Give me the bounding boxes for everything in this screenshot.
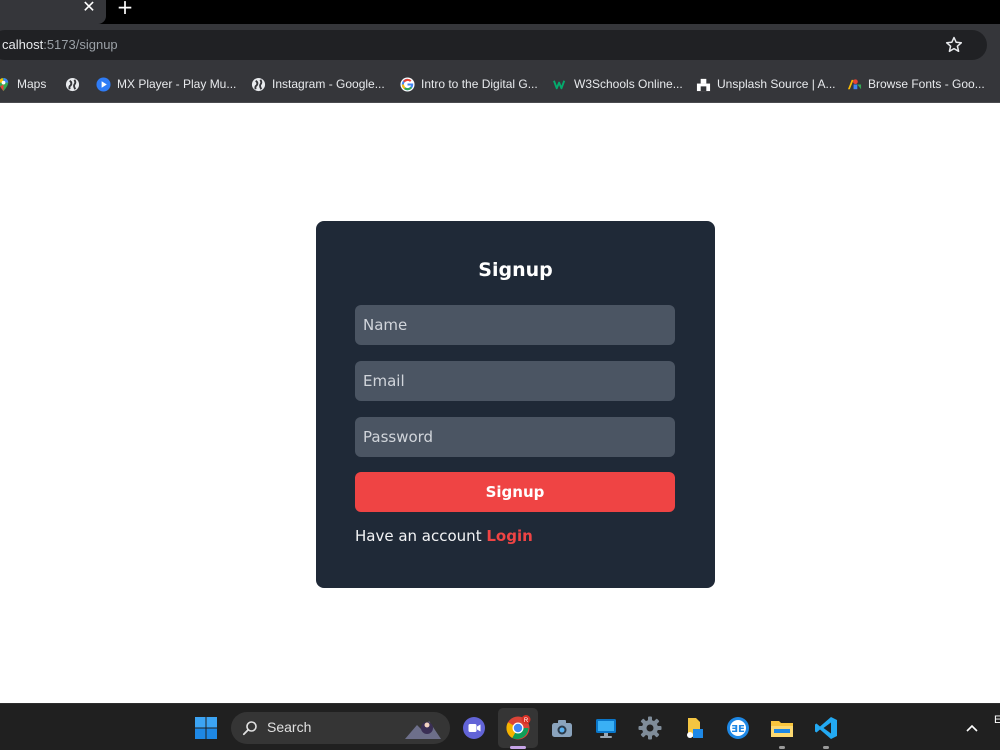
search-label: Search (267, 719, 312, 735)
email-field[interactable] (355, 361, 675, 401)
bookmark-unsplash[interactable]: Unsplash Source | A... (696, 75, 836, 93)
browser-toolbar: calhost:5173/signup (0, 24, 1000, 66)
url-text[interactable]: calhost:5173/signup (2, 35, 118, 55)
bookmark-label: W3Schools Online... (574, 77, 683, 91)
bookmark-label: MX Player - Play Mu... (117, 77, 237, 91)
svg-text:R: R (524, 718, 529, 724)
remote-desktop-icon[interactable] (593, 715, 619, 741)
login-link[interactable]: Login (486, 527, 532, 545)
search-highlight-icon (405, 721, 441, 739)
signup-title: Signup (478, 259, 553, 281)
chevron-up-icon[interactable] (965, 722, 979, 734)
windows-start-icon[interactable] (193, 715, 219, 741)
bookmark-google-fonts[interactable]: Browse Fonts - Goo... (847, 75, 985, 93)
teams-chat-icon[interactable] (461, 715, 487, 741)
vscode-icon[interactable] (813, 715, 839, 741)
bookmark-globe[interactable] (65, 75, 86, 93)
globe-icon (65, 77, 80, 91)
new-tab-button[interactable]: + (116, 0, 134, 17)
app-blue-circle-icon[interactable]: ƎE (725, 715, 751, 741)
url-path: :5173/signup (43, 37, 118, 52)
file-tool-icon[interactable] (681, 715, 707, 741)
unsplash-icon (696, 78, 711, 91)
chrome-icon[interactable]: R (505, 715, 531, 741)
settings-gear-icon[interactable] (637, 715, 663, 741)
maps-icon (0, 77, 9, 91)
have-account-text: Have an account (355, 527, 482, 545)
signup-button[interactable]: Signup (355, 472, 675, 512)
bookmark-mx-player[interactable]: MX Player - Play Mu... (96, 75, 236, 93)
bookmark-maps[interactable]: Maps (0, 75, 46, 93)
bookmark-instagram[interactable]: Instagram - Google... (251, 75, 385, 93)
name-field[interactable] (355, 305, 675, 345)
svg-text:ƎE: ƎE (731, 724, 745, 735)
bookmark-label: Intro to the Digital G... (421, 77, 538, 91)
signup-card: Signup Signup Have an account Login (316, 221, 715, 588)
search-icon (242, 721, 257, 736)
taskbar: Search R ƎE E (0, 703, 1000, 750)
address-bar[interactable]: calhost:5173/signup (0, 30, 987, 60)
bookmark-w3schools[interactable]: W3Schools Online... (553, 75, 683, 93)
camera-icon[interactable] (549, 715, 575, 741)
bookmark-intro-digital[interactable]: Intro to the Digital G... (400, 75, 538, 93)
chrome-active-indicator (510, 746, 526, 749)
vscode-running-indicator (823, 746, 829, 749)
bookmarks-bar: Maps MX Player - Play Mu... Instagram - … (0, 66, 1000, 103)
google-fonts-icon (847, 78, 862, 89)
bookmark-label: Instagram - Google... (272, 77, 385, 91)
globe-icon (251, 77, 266, 91)
close-tab-icon[interactable]: ✕ (80, 0, 98, 16)
file-explorer-icon[interactable] (769, 715, 795, 741)
bookmark-label: Unsplash Source | A... (717, 77, 836, 91)
taskbar-search[interactable]: Search (231, 712, 450, 744)
active-tab[interactable]: ✕ (0, 0, 106, 24)
mx-player-icon (96, 76, 111, 92)
google-icon (400, 76, 415, 92)
web-page: Signup Signup Have an account Login (0, 104, 1000, 703)
tab-strip: ✕ + (0, 0, 1000, 24)
login-prompt: Have an account Login (355, 527, 533, 545)
url-host: calhost (2, 37, 44, 52)
w3schools-icon (553, 79, 566, 89)
tray-text: E (994, 714, 1000, 726)
bookmark-label: Maps (17, 77, 47, 91)
password-field[interactable] (355, 417, 675, 457)
bookmark-star-icon[interactable] (944, 35, 964, 55)
explorer-running-indicator (779, 746, 785, 749)
bookmark-label: Browse Fonts - Goo... (868, 77, 985, 91)
